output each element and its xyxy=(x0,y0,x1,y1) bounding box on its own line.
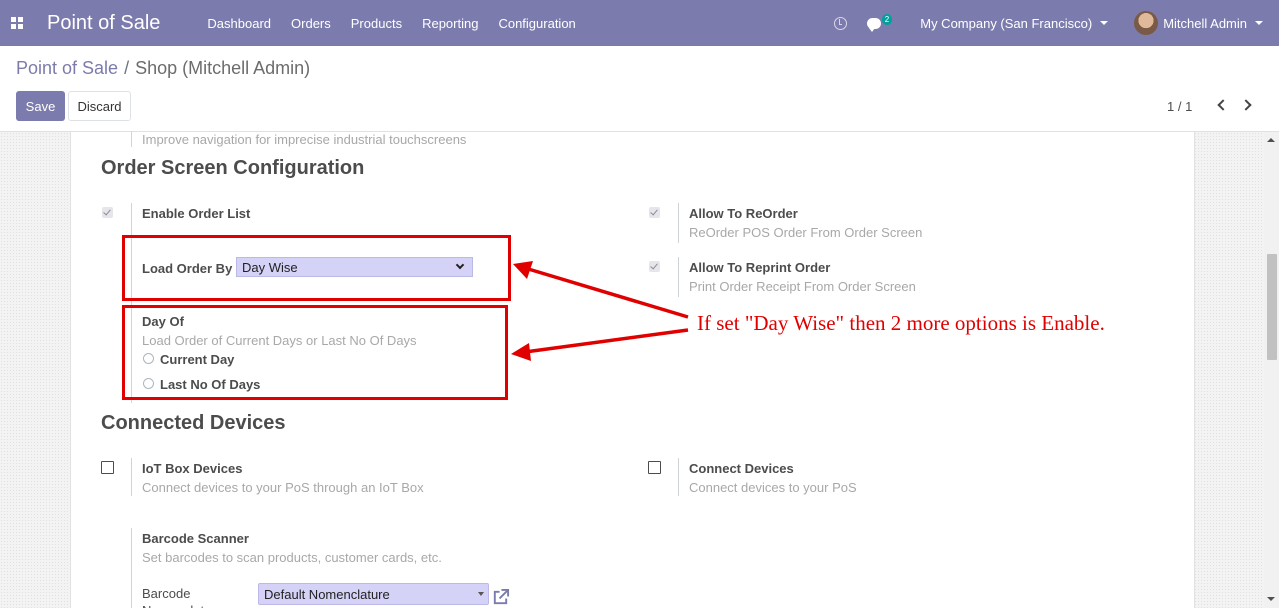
main-menu: Dashboard Orders Products Reporting Conf… xyxy=(207,16,595,31)
discard-button[interactable]: Discard xyxy=(68,91,131,121)
scrollbar-thumb[interactable] xyxy=(1267,254,1277,360)
scrollbar[interactable] xyxy=(1264,132,1279,608)
allow-reprint-description: Print Order Receipt From Order Screen xyxy=(689,279,916,294)
connected-devices-section-title: Connected Devices xyxy=(101,412,286,434)
barcode-nomenclature-label: Barcode Nomenclature xyxy=(142,586,223,608)
allow-reorder-checkbox[interactable] xyxy=(649,207,660,218)
breadcrumb: Point of Sale / Shop (Mitchell Admin) xyxy=(16,58,310,79)
annotation-text: If set "Day Wise" then 2 more options is… xyxy=(697,311,1105,335)
activity-clock-icon[interactable] xyxy=(833,16,847,30)
divider xyxy=(131,528,132,608)
allow-reorder-description: ReOrder POS Order From Order Screen xyxy=(689,225,923,240)
messaging-menu[interactable]: 2 xyxy=(866,14,893,32)
arrow-head-upper xyxy=(513,261,533,279)
enable-order-list-checkbox[interactable] xyxy=(102,207,113,218)
user-name: Mitchell Admin xyxy=(1163,15,1247,31)
apps-menu-icon[interactable] xyxy=(11,17,23,29)
arrow-line-upper xyxy=(524,266,689,319)
menu-orders[interactable]: Orders xyxy=(291,16,331,31)
connect-devices-label: Connect Devices xyxy=(689,461,794,476)
arrow-head-lower xyxy=(511,343,531,361)
caret-down-icon xyxy=(1255,21,1263,25)
menu-products[interactable]: Products xyxy=(351,16,402,31)
iot-box-label: IoT Box Devices xyxy=(142,461,243,476)
chat-icon xyxy=(866,17,881,32)
avatar xyxy=(1134,11,1159,35)
divider xyxy=(678,458,679,496)
connect-devices-description: Connect devices to your PoS xyxy=(689,480,857,495)
app-title[interactable]: Point of Sale xyxy=(47,12,160,35)
user-menu[interactable]: Mitchell Admin xyxy=(1134,11,1263,35)
pager-next-icon[interactable] xyxy=(1240,99,1252,111)
company-switcher[interactable]: My Company (San Francisco) xyxy=(920,15,1109,31)
connect-devices-checkbox[interactable] xyxy=(648,461,661,474)
prev-setting-description: Improve navigation for imprecise industr… xyxy=(142,132,467,147)
pager-value[interactable]: 1 / 1 xyxy=(1167,99,1192,114)
barcode-scanner-label: Barcode Scanner xyxy=(142,531,249,546)
divider xyxy=(678,203,679,243)
allow-reprint-label: Allow To Reprint Order xyxy=(689,260,831,275)
external-link-icon[interactable] xyxy=(491,588,510,607)
company-name: My Company (San Francisco) xyxy=(920,15,1093,31)
chat-count-badge: 2 xyxy=(881,14,893,25)
barcode-nomenclature-select[interactable]: Default Nomenclature xyxy=(258,583,489,605)
scroll-down-arrow-icon[interactable] xyxy=(1267,597,1275,601)
menu-configuration[interactable]: Configuration xyxy=(498,16,575,31)
order-screen-section-title: Order Screen Configuration xyxy=(101,157,365,179)
top-navbar: Point of Sale Dashboard Orders Products … xyxy=(0,0,1279,46)
highlight-box-load-order-by xyxy=(122,235,511,301)
highlight-box-day-of xyxy=(122,305,508,400)
allow-reorder-label: Allow To ReOrder xyxy=(689,206,798,221)
breadcrumb-current: Shop (Mitchell Admin) xyxy=(135,58,311,78)
divider xyxy=(131,458,132,496)
caret-down-icon xyxy=(1100,21,1109,25)
arrow-line-lower xyxy=(524,328,689,354)
caret-down-icon xyxy=(478,592,484,596)
enable-order-list-label: Enable Order List xyxy=(142,206,251,221)
annotation-arrows xyxy=(511,261,689,361)
save-button[interactable]: Save xyxy=(16,91,65,121)
barcode-scanner-description: Set barcodes to scan products, customer … xyxy=(142,550,442,565)
barcode-nomenclature-value: Default Nomenclature xyxy=(264,586,390,602)
menu-dashboard[interactable]: Dashboard xyxy=(207,16,271,31)
divider xyxy=(131,131,132,147)
iot-box-checkbox[interactable] xyxy=(101,461,114,474)
iot-box-description: Connect devices to your PoS through an I… xyxy=(142,480,424,495)
pager-previous-icon[interactable] xyxy=(1217,99,1229,111)
scroll-up-arrow-icon[interactable] xyxy=(1267,138,1275,142)
breadcrumb-separator: / xyxy=(124,58,130,78)
breadcrumb-parent[interactable]: Point of Sale xyxy=(16,58,118,79)
navbar-systray: 2 My Company (San Francisco) Mitchell Ad… xyxy=(833,0,1279,46)
menu-reporting[interactable]: Reporting xyxy=(422,16,478,31)
